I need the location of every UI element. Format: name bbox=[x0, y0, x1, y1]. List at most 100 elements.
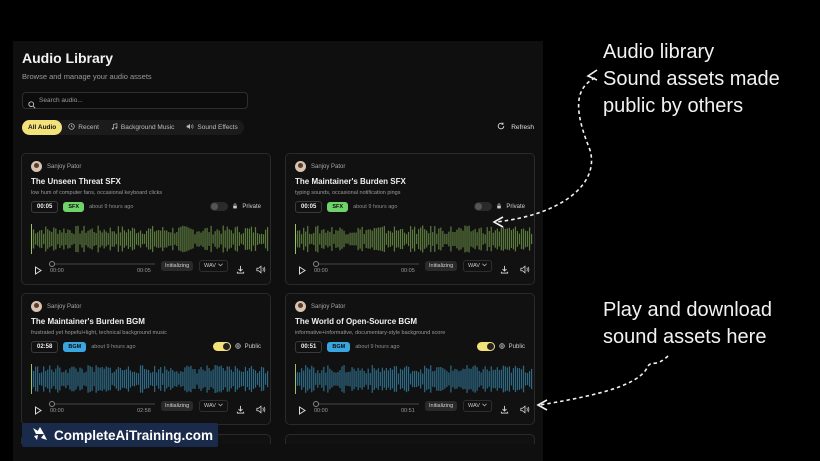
search-box[interactable] bbox=[22, 92, 248, 109]
waveform-bar bbox=[133, 228, 136, 250]
waveform-bar bbox=[424, 365, 426, 393]
volume-button[interactable] bbox=[520, 261, 530, 279]
waveform[interactable] bbox=[295, 364, 533, 394]
format-select[interactable]: WAV bbox=[199, 400, 228, 412]
waveform-bar bbox=[133, 371, 136, 387]
waveform-bar bbox=[83, 372, 85, 386]
waveform-bar bbox=[418, 372, 420, 386]
waveform-bar bbox=[405, 234, 408, 244]
toggle-switch[interactable] bbox=[476, 342, 495, 351]
tab-all-audio[interactable]: All Audio bbox=[22, 120, 63, 135]
waveform-bar bbox=[486, 227, 488, 251]
waveform-bar bbox=[301, 368, 303, 390]
waveform-bar bbox=[317, 370, 319, 388]
waveform-bar bbox=[73, 366, 75, 392]
refresh-icon bbox=[497, 122, 505, 132]
waveform[interactable] bbox=[295, 224, 533, 254]
waveform-bar bbox=[162, 226, 164, 252]
waveform-bar bbox=[147, 369, 150, 389]
current-time: 00:00 bbox=[50, 268, 64, 274]
waveform-bar bbox=[131, 372, 134, 386]
play-button[interactable] bbox=[298, 402, 306, 420]
author-name: Sanjoy Pator bbox=[47, 303, 82, 310]
waveform-bar bbox=[127, 229, 130, 249]
waveform-bar bbox=[516, 367, 519, 391]
seek-thumb[interactable] bbox=[49, 401, 55, 407]
volume-button[interactable] bbox=[256, 401, 266, 419]
format-select[interactable]: WAV bbox=[463, 400, 492, 412]
waveform-bar bbox=[389, 368, 392, 390]
waveform-bar bbox=[244, 366, 247, 392]
format-select[interactable]: WAV bbox=[463, 260, 492, 272]
waveform-bar bbox=[520, 229, 523, 249]
play-button[interactable] bbox=[298, 262, 306, 280]
waveform-bar bbox=[71, 232, 73, 246]
waveform-bar bbox=[141, 365, 144, 393]
refresh-button[interactable]: Refresh bbox=[497, 122, 534, 132]
visibility-toggle[interactable]: Public bbox=[476, 342, 525, 351]
seek-thumb[interactable] bbox=[49, 261, 55, 267]
waveform-bar bbox=[202, 369, 204, 389]
waveform-bar bbox=[351, 367, 353, 391]
waveform-bar bbox=[178, 227, 180, 251]
seek-bar[interactable] bbox=[49, 261, 155, 267]
waveform-bar bbox=[109, 227, 111, 251]
waveform-bar bbox=[365, 373, 367, 385]
author-name: Sanjoy Pator bbox=[311, 163, 346, 170]
waveform-bar bbox=[458, 371, 460, 387]
seek-bar[interactable] bbox=[313, 401, 419, 407]
visibility-toggle[interactable]: Public bbox=[212, 342, 261, 351]
waveform-bar bbox=[311, 234, 313, 244]
waveform-bar bbox=[393, 226, 396, 252]
waveform[interactable] bbox=[31, 224, 269, 254]
waveform-bar bbox=[176, 371, 178, 387]
waveform-bar bbox=[164, 230, 166, 248]
visibility-label: Public bbox=[508, 343, 525, 350]
search-input[interactable] bbox=[39, 94, 239, 107]
play-button[interactable] bbox=[34, 262, 42, 280]
toggle-switch[interactable] bbox=[212, 342, 231, 351]
waveform-bar bbox=[139, 365, 142, 393]
waveform-bar bbox=[381, 367, 383, 391]
tab-sound-effects[interactable]: Sound Effects bbox=[180, 120, 243, 135]
toggle-switch[interactable] bbox=[210, 202, 229, 211]
seek-bar[interactable] bbox=[313, 261, 419, 267]
waveform-bar bbox=[99, 230, 101, 248]
waveform-bar bbox=[129, 230, 132, 248]
waveform-bar bbox=[347, 234, 349, 244]
waveform-bar bbox=[67, 229, 69, 249]
waveform-bar bbox=[321, 229, 323, 249]
play-button[interactable] bbox=[34, 402, 42, 420]
playhead bbox=[31, 224, 32, 254]
download-button[interactable] bbox=[236, 261, 245, 279]
volume-button[interactable] bbox=[520, 401, 530, 419]
waveform-bar bbox=[35, 233, 37, 245]
download-button[interactable] bbox=[500, 401, 509, 419]
audio-player-controls: 00:00 00:05 Initializing WAV bbox=[295, 259, 533, 275]
seek-bar[interactable] bbox=[49, 401, 155, 407]
download-button[interactable] bbox=[500, 261, 509, 279]
waveform-bar bbox=[99, 367, 101, 391]
waveform-bar bbox=[158, 369, 160, 389]
waveform[interactable] bbox=[31, 364, 269, 394]
visibility-toggle[interactable]: Private bbox=[474, 202, 525, 211]
toggle-switch[interactable] bbox=[474, 202, 493, 211]
waveform-bar bbox=[53, 371, 55, 387]
seek-thumb[interactable] bbox=[313, 261, 319, 267]
seek-thumb[interactable] bbox=[313, 401, 319, 407]
waveform-bar bbox=[381, 226, 383, 252]
waveform-bar bbox=[135, 233, 138, 245]
visibility-toggle[interactable]: Private bbox=[210, 202, 261, 211]
waveform-bar bbox=[174, 371, 176, 387]
download-button[interactable] bbox=[236, 401, 245, 419]
tab-recent[interactable]: Recent bbox=[62, 120, 105, 135]
waveform-bar bbox=[305, 365, 307, 393]
waveform-bar bbox=[317, 225, 319, 253]
tab-background-music[interactable]: Background Music bbox=[105, 120, 180, 135]
tab-label: Recent bbox=[78, 124, 99, 131]
format-select[interactable]: WAV bbox=[199, 260, 228, 272]
waveform-bar bbox=[480, 372, 482, 386]
card-description: low hum of computer fans, occasional key… bbox=[31, 190, 163, 196]
volume-button[interactable] bbox=[256, 261, 266, 279]
waveform-bar bbox=[500, 369, 502, 389]
